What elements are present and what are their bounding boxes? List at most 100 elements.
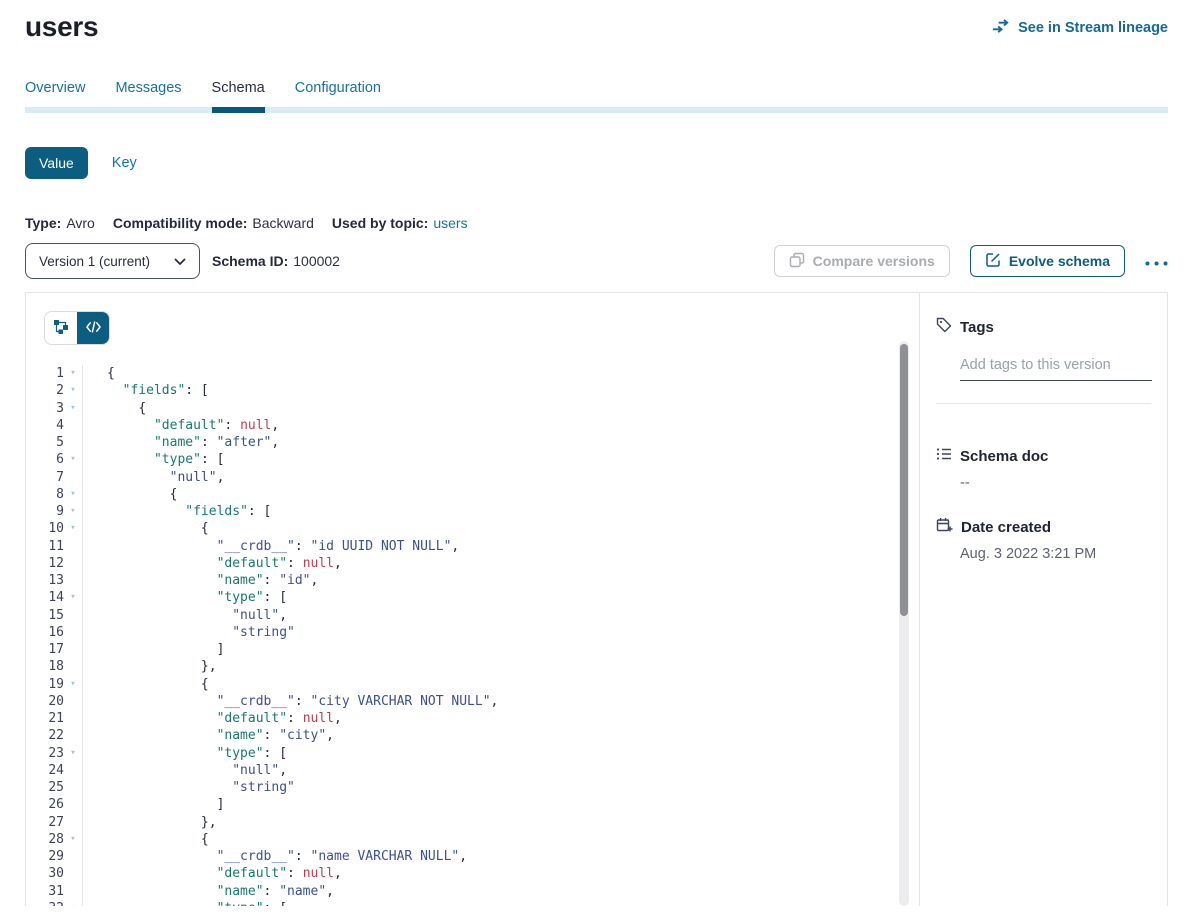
see-in-stream-lineage-link[interactable]: See in Stream lineage — [992, 18, 1168, 38]
compatibility-value: Backward — [252, 215, 313, 231]
fold-toggle-icon[interactable]: ▾ — [64, 503, 82, 520]
more-options-button[interactable] — [1145, 254, 1168, 269]
code-view-icon — [86, 321, 101, 336]
code-text: "default": null, — [82, 710, 919, 727]
compare-versions-button[interactable]: Compare versions — [774, 245, 950, 277]
fold-toggle-icon[interactable]: ▾ — [64, 589, 82, 606]
editor-view-toggle — [44, 311, 110, 345]
code-text: "fields": [ — [82, 382, 919, 399]
tag-icon — [936, 317, 952, 337]
code-text: { — [82, 676, 919, 693]
fold-toggle-icon[interactable]: ▾ — [64, 451, 82, 468]
schema-id-value: 100002 — [293, 253, 340, 269]
code-text: "__crdb__": "id UUID NOT NULL", — [82, 538, 919, 555]
code-line: 21 "default": null, — [26, 710, 919, 727]
evolve-schema-button[interactable]: Evolve schema — [970, 245, 1125, 277]
used-by-label: Used by topic: — [332, 215, 428, 231]
code-line: 26 ] — [26, 796, 919, 813]
code-line: 7 "null", — [26, 469, 919, 486]
code-text: { — [82, 520, 919, 537]
tab-overview[interactable]: Overview — [25, 80, 85, 107]
fold-toggle-icon[interactable]: ▾ — [64, 900, 82, 906]
code-text: "null", — [82, 607, 919, 624]
fold-toggle-icon[interactable]: ▾ — [64, 486, 82, 503]
line-number: 31 — [26, 883, 64, 900]
code-text: "null", — [82, 469, 919, 486]
code-text: "default": null, — [82, 865, 919, 882]
line-number: 21 — [26, 710, 64, 727]
used-by-topic: Used by topic: users — [332, 215, 468, 231]
code-text: "default": null, — [82, 417, 919, 434]
line-number: 2 — [26, 382, 64, 399]
schema-actions: Compare versions Evolve schema — [774, 245, 1168, 277]
code-line: 5 "name": "after", — [26, 434, 919, 451]
code-line: 14▾ "type": [ — [26, 589, 919, 606]
fold-toggle-icon[interactable]: ▾ — [64, 676, 82, 693]
fold-toggle-icon[interactable]: ▾ — [64, 382, 82, 399]
fold-toggle-icon[interactable]: ▾ — [64, 745, 82, 762]
schema-meta-row: Type: Avro Compatibility mode: Backward … — [25, 215, 1168, 231]
code-line: 8▾ { — [26, 486, 919, 503]
schema-doc-heading: Schema doc — [960, 448, 1048, 465]
code-text: "name": "id", — [82, 572, 919, 589]
fold-toggle-icon[interactable]: ▾ — [64, 831, 82, 848]
fold-toggle-icon[interactable]: ▾ — [64, 365, 82, 382]
code-line: 2▾ "fields": [ — [26, 382, 919, 399]
topic-link[interactable]: users — [433, 215, 467, 231]
code-line: 3▾ { — [26, 400, 919, 417]
tags-heading: Tags — [960, 319, 994, 336]
tags-input[interactable] — [960, 357, 1152, 381]
date-created-heading-row: Date created — [936, 517, 1151, 537]
line-number: 15 — [26, 607, 64, 624]
line-number: 32 — [26, 900, 64, 906]
code-line: 17 ] — [26, 641, 919, 658]
code-line: 18 }, — [26, 658, 919, 675]
compatibility-mode: Compatibility mode: Backward — [113, 215, 314, 231]
code-text: "type": [ — [82, 745, 919, 762]
code-text: "type": [ — [82, 589, 919, 606]
code-text: "__crdb__": "name VARCHAR NULL", — [82, 848, 919, 865]
tree-view-button[interactable] — [45, 312, 77, 344]
code-text: ] — [82, 796, 919, 813]
value-toggle-button[interactable]: Value — [25, 147, 88, 179]
schema-sidebar: Tags Schema doc -- — [919, 293, 1167, 906]
chevron-down-icon — [174, 254, 186, 269]
fold-toggle-icon[interactable]: ▾ — [64, 400, 82, 417]
fold-spacer — [64, 848, 82, 865]
copy-icon — [789, 252, 805, 271]
tags-heading-row: Tags — [936, 317, 1151, 337]
fold-spacer — [64, 883, 82, 900]
scrollbar-thumb[interactable] — [900, 344, 908, 616]
fold-spacer — [64, 417, 82, 434]
line-number: 16 — [26, 624, 64, 641]
code-text: { — [82, 400, 919, 417]
page-title: users — [25, 10, 98, 44]
code-line: 27 }, — [26, 814, 919, 831]
key-toggle-button[interactable]: Key — [112, 155, 137, 171]
fold-spacer — [64, 693, 82, 710]
line-number: 24 — [26, 762, 64, 779]
line-number: 25 — [26, 779, 64, 796]
fold-spacer — [64, 727, 82, 744]
tab-configuration[interactable]: Configuration — [295, 80, 381, 107]
line-number: 26 — [26, 796, 64, 813]
fold-spacer — [64, 538, 82, 555]
fold-spacer — [64, 779, 82, 796]
editor-scrollbar[interactable] — [899, 341, 909, 906]
code-line: 11 "__crdb__": "id UUID NOT NULL", — [26, 538, 919, 555]
tab-schema[interactable]: Schema — [212, 80, 265, 107]
schema-type: Type: Avro — [25, 215, 95, 231]
fold-toggle-icon[interactable]: ▾ — [64, 520, 82, 537]
date-created-section: Date created Aug. 3 2022 3:21 PM — [936, 517, 1151, 562]
code-line: 13 "name": "id", — [26, 572, 919, 589]
code-view-button[interactable] — [77, 312, 109, 344]
code-text: "name": "city", — [82, 727, 919, 744]
code-text: "string" — [82, 624, 919, 641]
tab-messages[interactable]: Messages — [115, 80, 181, 107]
code-line: 10▾ { — [26, 520, 919, 537]
schema-editor: 1▾{2▾ "fields": [3▾ {4 "default": null,5… — [26, 293, 919, 906]
code-line: 24 "null", — [26, 762, 919, 779]
code-lines: 1▾{2▾ "fields": [3▾ {4 "default": null,5… — [26, 365, 919, 906]
edit-icon — [985, 252, 1001, 271]
version-select[interactable]: Version 1 (current) — [25, 243, 200, 279]
